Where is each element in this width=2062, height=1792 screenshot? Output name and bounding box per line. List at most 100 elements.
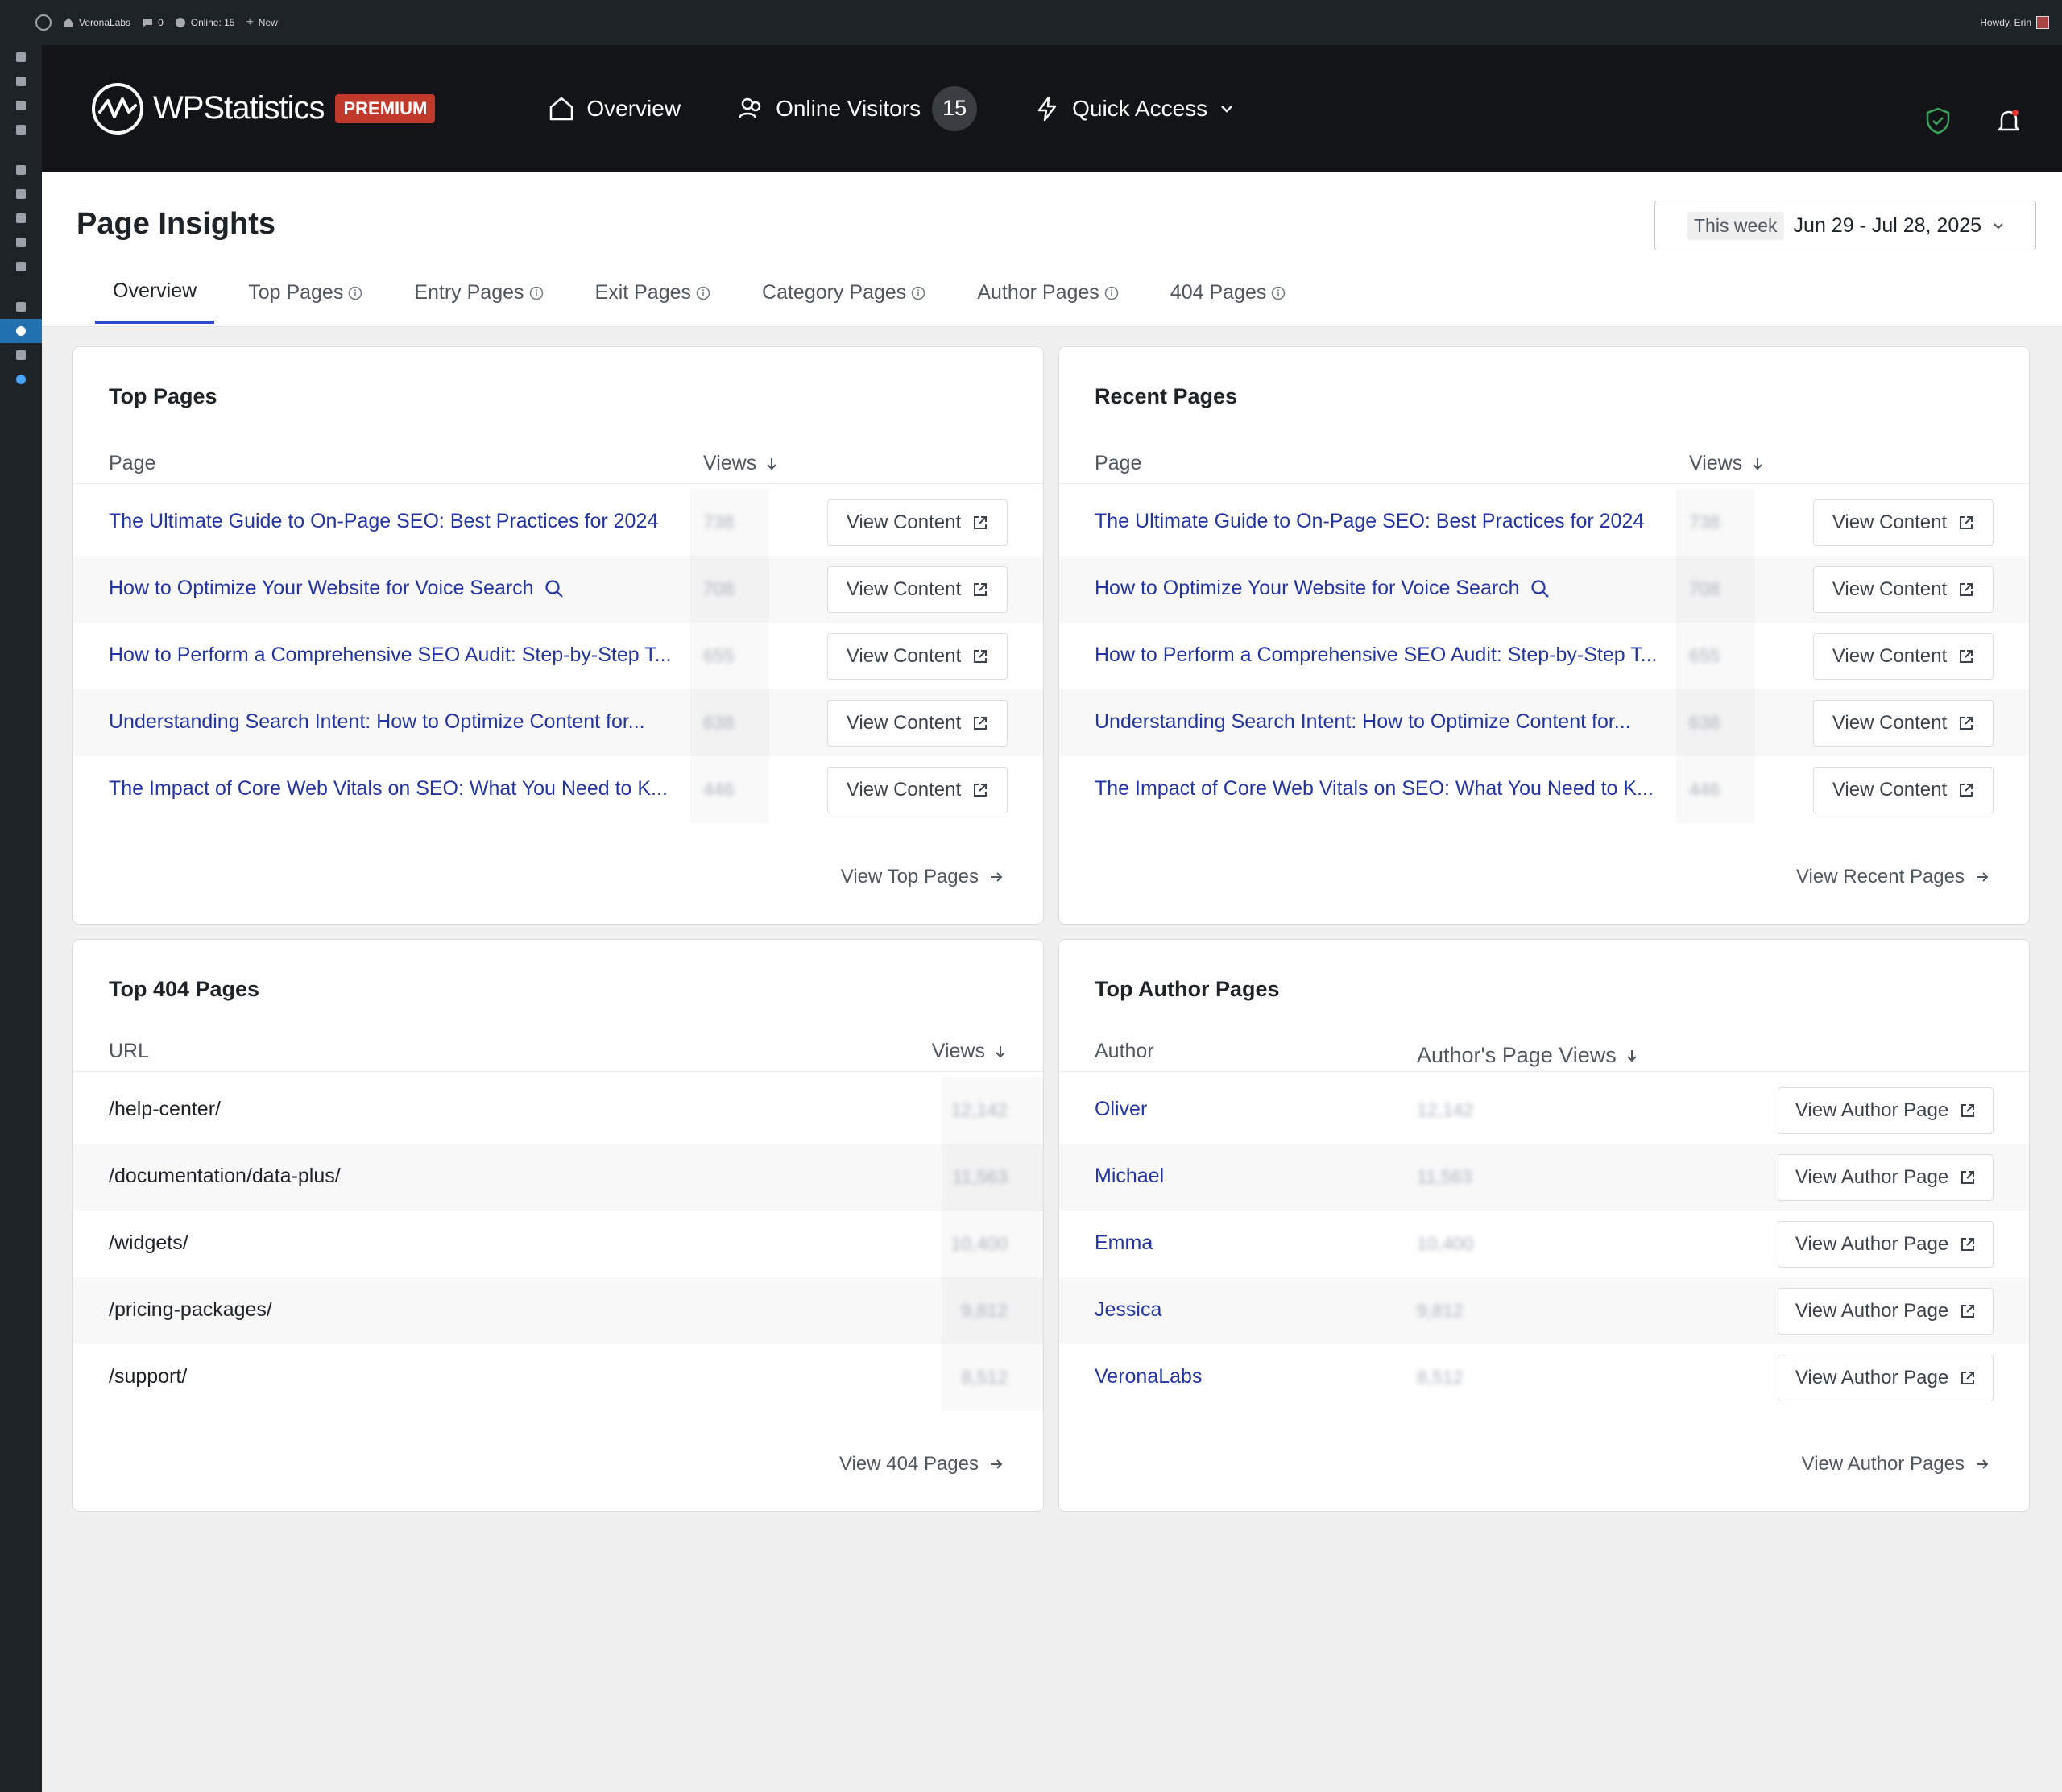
nav-online-visitors-label: Online Visitors — [776, 95, 921, 121]
tab-exit-pages[interactable]: Exit Pages — [578, 279, 729, 324]
page-link[interactable]: The Ultimate Guide to On-Page SEO: Best … — [1095, 510, 1644, 533]
view-content-button[interactable]: View Content — [1813, 499, 1994, 546]
page-link[interactable]: The Impact of Core Web Vitals on SEO: Wh… — [1095, 777, 1654, 801]
views-value: 738 — [1689, 511, 1720, 532]
table-row: /documentation/data-plus/ 11,563 — [73, 1144, 1043, 1211]
shield-check-icon[interactable] — [1923, 106, 1952, 135]
pin-icon — [16, 52, 26, 62]
sidebar-item-mail[interactable] — [0, 295, 42, 319]
admin-bar-account[interactable]: Howdy, Erin — [1980, 16, 2049, 29]
tab-entry-pages[interactable]: Entry Pages — [396, 279, 561, 324]
table-row: How to Optimize Your Website for Voice S… — [73, 556, 1043, 623]
button-label: View Content — [846, 645, 962, 667]
table-header: Page Views — [1059, 444, 2029, 484]
admin-bar-comments[interactable]: 0 — [142, 17, 164, 28]
page-link[interactable]: The Impact of Core Web Vitals on SEO: Wh… — [109, 777, 668, 801]
table-row: The Impact of Core Web Vitals on SEO: Wh… — [1059, 756, 2029, 823]
sidebar-item-appearance[interactable] — [0, 158, 42, 182]
nav-quick-access[interactable]: Quick Access — [1033, 95, 1235, 122]
view-404-pages-link[interactable]: View 404 Pages — [839, 1453, 1004, 1475]
view-top-pages-link[interactable]: View Top Pages — [841, 866, 1004, 888]
table-row: How to Optimize Your Website for Voice S… — [1059, 556, 2029, 623]
tab-label: Entry Pages — [414, 281, 524, 304]
admin-bar-site[interactable]: VeronaLabs — [63, 17, 130, 28]
view-content-button[interactable]: View Content — [1813, 767, 1994, 813]
wp-statistics-logo[interactable]: WPStatistics PREMIUM — [90, 81, 436, 136]
wp-admin-sidebar — [0, 45, 42, 1792]
admin-bar-new[interactable]: + New — [246, 15, 277, 30]
view-content-button[interactable]: View Content — [827, 767, 1008, 813]
tab-404-pages[interactable]: 404 Pages — [1153, 279, 1304, 324]
button-label: View Author Page — [1795, 1367, 1949, 1388]
url-text: /pricing-packages/ — [109, 1298, 272, 1321]
view-author-page-button[interactable]: View Author Page — [1778, 1087, 1994, 1134]
view-content-button[interactable]: View Content — [1813, 633, 1994, 680]
tab-author-pages[interactable]: Author Pages — [959, 279, 1137, 324]
date-range-picker[interactable]: This week Jun 29 - Jul 28, 2025 — [1654, 201, 2036, 250]
page-link[interactable]: Understanding Search Intent: How to Opti… — [109, 710, 645, 734]
view-author-page-button[interactable]: View Author Page — [1778, 1221, 1994, 1268]
view-author-page-button[interactable]: View Author Page — [1778, 1355, 1994, 1401]
sidebar-item-addon[interactable] — [0, 367, 42, 391]
page-link[interactable]: How to Optimize Your Website for Voice S… — [109, 577, 565, 600]
sidebar-item-users[interactable] — [0, 206, 42, 230]
page-header: Page Insights This week Jun 29 - Jul 28,… — [42, 172, 2062, 327]
view-content-button[interactable]: View Content — [827, 499, 1008, 546]
sidebar-item-tools[interactable] — [0, 230, 42, 255]
button-label: View Content — [1832, 578, 1948, 600]
external-link-icon — [1961, 1372, 1975, 1384]
page-link[interactable]: The Ultimate Guide to On-Page SEO: Best … — [109, 510, 658, 533]
page-link[interactable]: How to Optimize Your Website for Voice S… — [1095, 577, 1551, 600]
sidebar-item-statistics[interactable] — [0, 319, 42, 343]
view-recent-pages-link[interactable]: View Recent Pages — [1796, 866, 1990, 888]
col-views-sort[interactable]: Views — [1689, 452, 1765, 475]
sidebar-item-media[interactable] — [0, 69, 42, 93]
page-link[interactable]: How to Perform a Comprehensive SEO Audit… — [1095, 644, 1657, 667]
sidebar-item-settings[interactable] — [0, 255, 42, 279]
stats-icon — [175, 18, 185, 27]
author-link[interactable]: Oliver — [1095, 1098, 1147, 1121]
view-content-button[interactable]: View Content — [827, 633, 1008, 680]
tab-top-pages[interactable]: Top Pages — [230, 279, 380, 324]
arrow-right-icon — [991, 1459, 1003, 1469]
view-author-pages-link[interactable]: View Author Pages — [1802, 1453, 1990, 1475]
col-author: Author — [1095, 1040, 1154, 1063]
view-author-page-button[interactable]: View Author Page — [1778, 1288, 1994, 1335]
view-content-button[interactable]: View Content — [827, 566, 1008, 613]
user-icon — [16, 213, 26, 223]
table-row: /pricing-packages/ 9,812 — [73, 1277, 1043, 1344]
author-link[interactable]: VeronaLabs — [1095, 1365, 1202, 1388]
home-icon — [550, 97, 573, 120]
sidebar-item-reports[interactable] — [0, 343, 42, 367]
tab-overview[interactable]: Overview — [95, 279, 215, 324]
col-views-sort[interactable]: Views — [703, 452, 779, 475]
nav-overview[interactable]: Overview — [548, 95, 681, 122]
col-label: Page — [109, 452, 156, 474]
admin-bar-left: VeronaLabs 0 Online: 15 + New — [0, 14, 278, 31]
sidebar-item-pages[interactable] — [0, 93, 42, 118]
external-link-icon — [974, 717, 988, 730]
external-link-icon — [974, 650, 988, 663]
sidebar-item-pin[interactable] — [0, 45, 42, 69]
col-views-sort[interactable]: Views — [932, 1040, 1008, 1063]
view-content-button[interactable]: View Content — [827, 700, 1008, 747]
bell-icon[interactable] — [1994, 106, 2023, 135]
wordpress-logo-icon[interactable] — [35, 14, 52, 31]
author-link[interactable]: Emma — [1095, 1231, 1153, 1255]
col-views-sort[interactable]: Author's Page Views — [1417, 1043, 1639, 1068]
col-page: Page — [1095, 452, 1141, 475]
view-content-button[interactable]: View Content — [1813, 566, 1994, 613]
view-author-page-button[interactable]: View Author Page — [1778, 1154, 1994, 1201]
author-link[interactable]: Michael — [1095, 1165, 1164, 1188]
sidebar-item-plugins[interactable] — [0, 182, 42, 206]
view-content-button[interactable]: View Content — [1813, 700, 1994, 747]
views-value: 655 — [1689, 645, 1720, 666]
page-link[interactable]: Understanding Search Intent: How to Opti… — [1095, 710, 1631, 734]
tab-category-pages[interactable]: Category Pages — [744, 279, 943, 324]
howdy-text: Howdy, Erin — [1980, 17, 2031, 28]
sidebar-item-comments[interactable] — [0, 118, 42, 142]
author-link[interactable]: Jessica — [1095, 1298, 1161, 1322]
admin-bar-online[interactable]: Online: 15 — [175, 17, 234, 28]
nav-online-visitors[interactable]: Online Visitors 15 — [737, 85, 978, 131]
page-link[interactable]: How to Perform a Comprehensive SEO Audit… — [109, 644, 671, 667]
